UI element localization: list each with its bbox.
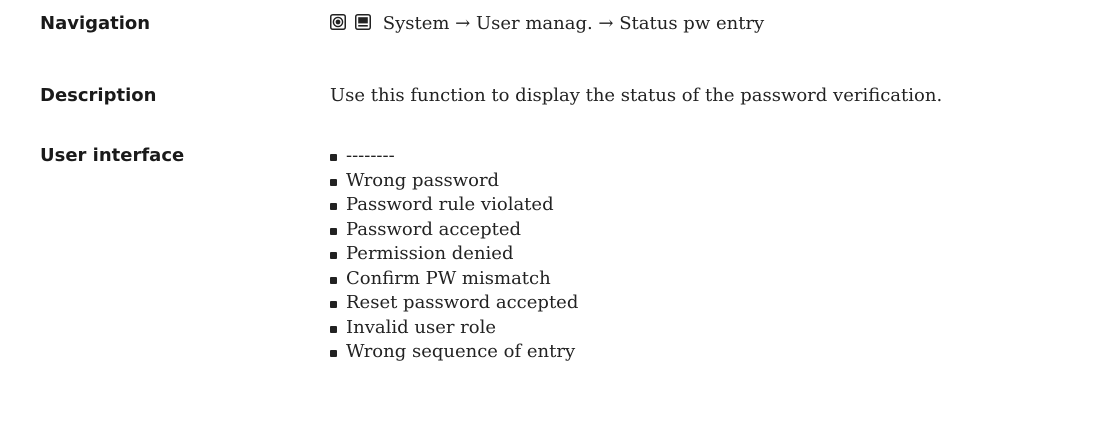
display-icon [354,14,371,30]
user-interface-options: -------- Wrong password Password rule vi… [330,144,578,365]
list-item: Confirm PW mismatch [330,267,578,292]
list-item: Reset password accepted [330,291,578,316]
bullet-icon [330,203,337,210]
navigation-path: System → User manag. → Status pw entry [382,13,765,34]
list-item: -------- [330,144,578,169]
navigation-icons [330,10,371,34]
navigation-label: Navigation [40,13,151,34]
list-item-text: Wrong password [346,169,500,191]
bullet-icon [330,325,337,333]
list-item-text: Invalid user role [346,316,497,338]
user-interface-label: User interface [40,145,185,166]
option-list: -------- Wrong password Password rule vi… [330,144,578,365]
list-item-text: -------- [346,145,395,166]
list-item: Permission denied [330,242,578,267]
list-item-text: Password rule violated [346,194,554,215]
bullet-icon [330,178,337,186]
bullet-icon [330,301,337,308]
list-item-text: Wrong sequence of entry [346,341,576,362]
list-item-text: Reset password accepted [346,292,579,313]
bullet-icon [330,154,337,161]
bullet-icon [330,350,337,357]
bullet-icon [330,227,337,235]
list-item: Password rule violated [330,193,578,218]
list-item-text: Confirm PW mismatch [346,267,551,289]
operating-tool-icon [330,14,346,30]
bullet-icon [330,252,337,259]
list-item-text: Password accepted [346,218,522,240]
list-item-text: Permission denied [346,243,514,264]
navigation-path-container: System → User manag. → Status pw entry [330,12,764,36]
list-item: Wrong password [330,169,578,194]
bullet-icon [330,276,337,284]
list-item: Password accepted [330,218,578,243]
list-item: Wrong sequence of entry [330,340,578,365]
list-item: Invalid user role [330,316,578,341]
description-text: Use this function to display the status … [330,85,943,106]
description-label: Description [40,85,157,106]
